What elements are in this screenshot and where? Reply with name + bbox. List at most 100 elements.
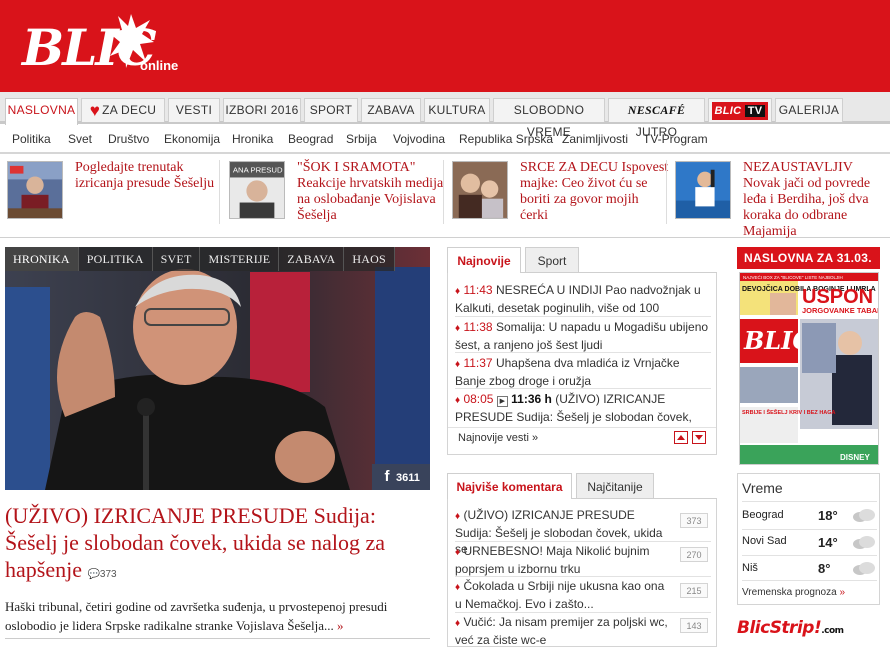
weather-city: Niš: [742, 562, 758, 574]
comment-item-text: Čokolada u Srbiji nije ukusna kao ona u …: [455, 579, 665, 611]
strip-thumb-3[interactable]: [452, 161, 508, 219]
cover-headline-1: USPON: [802, 286, 873, 308]
cloud-icon: [853, 509, 875, 522]
list-item[interactable]: ♦ Vučić: Ja nisam premijer za poljski wc…: [455, 614, 671, 647]
list-item[interactable]: ♦ 11:43 NESREĆA U INDIJI Pao nadvožnjak …: [455, 282, 711, 316]
tab-najnovije[interactable]: Najnovije: [447, 247, 521, 274]
tab-za-decu[interactable]: ♥ ZA DECU: [81, 98, 165, 122]
hero-more-link[interactable]: »: [337, 618, 344, 633]
list-item[interactable]: ♦ 11:37 Uhapšena dva mladića iz Vrnjačke…: [455, 355, 711, 389]
front-page-title[interactable]: NASLOVNA ZA 31.03.: [737, 247, 880, 269]
comment-count-badge: 215: [680, 583, 708, 598]
subnav-ekonomija[interactable]: Ekonomija: [164, 132, 220, 146]
divider: [742, 501, 877, 502]
strip-thumb-2[interactable]: ANA PRESUD: [229, 161, 285, 219]
subnav-politika[interactable]: Politika: [12, 132, 51, 146]
tab-blic-tv[interactable]: BLIC TV: [708, 98, 772, 122]
hero-tab-politika[interactable]: POLITIKA: [78, 247, 153, 271]
weather-city: Beograd: [742, 509, 784, 521]
subnav-svet[interactable]: Svet: [68, 132, 92, 146]
divider: [742, 580, 877, 581]
tab-kultura[interactable]: KULTURA: [424, 98, 490, 122]
subnav-beograd[interactable]: Beograd: [288, 132, 333, 146]
hero-tab-haos[interactable]: HAOS: [344, 247, 395, 271]
subnav-zanimljivosti[interactable]: Zanimljivosti: [562, 132, 628, 146]
hero-category-tabs: HRONIKA POLITIKA SVET MISTERIJE ZABAVA H…: [5, 247, 395, 271]
tab-najvise-komentara[interactable]: Najviše komentara: [447, 473, 572, 500]
tab-najcitanije[interactable]: Najčitanije: [576, 473, 654, 499]
tab-sport[interactable]: SPORT: [304, 98, 358, 122]
tab-izbori[interactable]: IZBORI 2016: [223, 98, 301, 122]
hero-tab-zabava[interactable]: ZABAVA: [279, 247, 345, 271]
hero-lead-text: Haški tribunal, četiri godine od završet…: [5, 599, 388, 633]
hero-feature[interactable]: HRONIKA POLITIKA SVET MISTERIJE ZABAVA H…: [5, 247, 430, 490]
tab-label: GALERIJA: [778, 103, 840, 117]
tab-naslovna[interactable]: NASLOVNA: [5, 98, 78, 125]
subnav-tv-program[interactable]: TV-Program: [643, 132, 708, 146]
play-icon: ▶: [496, 396, 508, 407]
tab-slobodno-vreme[interactable]: SLOBODNO VREME: [493, 98, 605, 139]
divider: [455, 576, 711, 577]
tab-galerija[interactable]: GALERIJA: [775, 98, 843, 122]
news-time: 11:38: [463, 320, 493, 334]
divider: [742, 529, 877, 530]
divider: [455, 612, 711, 613]
subnav-vojvodina[interactable]: Vojvodina: [393, 132, 445, 146]
tab-zabava[interactable]: ZABAVA: [361, 98, 421, 122]
arrow-down-icon: [695, 435, 703, 440]
strip-headline-4[interactable]: NEZAUSTAVLJIV Novak jači od povrede leđa…: [743, 160, 890, 240]
most-commented-tabs: Najviše komentara Najčitanije: [447, 473, 717, 500]
scroll-up-button[interactable]: [674, 431, 688, 444]
facebook-count: 3611: [396, 472, 420, 484]
subnav-srbija[interactable]: Srbija: [346, 132, 377, 146]
bullet-icon: ♦: [455, 286, 461, 297]
divider: [455, 352, 711, 353]
hero-tab-misterije[interactable]: MISTERIJE: [200, 247, 280, 271]
hero-title[interactable]: (UŽIVO) IZRICANJE PRESUDE Sudija: Šešelj…: [5, 502, 425, 588]
strip-headline-1[interactable]: Pogledajte trenutak izricanja presude Še…: [75, 160, 225, 192]
blic-tv-label: TV: [744, 105, 766, 117]
list-item[interactable]: ♦ 08:05 ▶ 11:36 h (UŽIVO) IZRICANJE PRES…: [455, 391, 711, 425]
latest-news-box: Najnovije Sport ♦ 11:43 NESREĆA U INDIJI…: [447, 247, 717, 457]
subnav-republika-srpska[interactable]: Republika Srpska: [459, 132, 553, 146]
tab-label: NASLOVNA: [7, 103, 76, 117]
bullet-icon: ♦: [455, 618, 461, 629]
divider: [742, 555, 877, 556]
headline-strip: Pogledajte trenutak izricanja presude Še…: [0, 156, 890, 240]
subnav-hronika[interactable]: Hronika: [232, 132, 273, 146]
latest-news-link[interactable]: Najnovije vesti »: [458, 432, 538, 444]
blic-logo[interactable]: BLIC online: [22, 12, 182, 82]
strip-thumb-4[interactable]: [675, 161, 731, 219]
list-item[interactable]: ♦ 11:38 Somalija: U napadu u Mogadišu ub…: [455, 319, 711, 353]
blicstrip-com: .com: [821, 626, 844, 636]
front-page-cover[interactable]: NAJVEĆI BOX ZA "BLICOVE" LISTE NAJBOLJIH…: [739, 272, 879, 465]
comment-icon: 💬: [87, 569, 100, 580]
weather-temp: 14°: [818, 535, 838, 550]
list-item[interactable]: ♦ Čokolada u Srbiji nije ukusna kao ona …: [455, 578, 671, 612]
strip-thumb-1[interactable]: [7, 161, 63, 219]
weather-forecast-link[interactable]: Vremenska prognoza »: [742, 587, 845, 598]
strip-headline-2[interactable]: "ŠOK I SRAMOTA" Reakcije hrvatskih medij…: [297, 160, 447, 224]
divider: [455, 541, 711, 542]
subnav-drustvo[interactable]: Društvo: [108, 132, 149, 146]
bullet-icon: ♦: [455, 359, 461, 370]
scroll-down-button[interactable]: [692, 431, 706, 444]
news-time: 08:05: [463, 392, 494, 406]
strip-separator: [219, 160, 220, 224]
strip-headline-3[interactable]: SRCE ZA DECU Ispovest majke: Ceo život ć…: [520, 160, 670, 224]
comment-item-text: Vučić: Ja nisam premijer za poljski wc, …: [455, 615, 668, 647]
hero-tab-hronika[interactable]: HRONIKA: [5, 247, 79, 271]
list-item[interactable]: ♦ URNEBESNO! Maja Nikolić bujnim poprsje…: [455, 543, 671, 577]
divider: [455, 316, 711, 317]
blicstrip-banner[interactable]: BlicStrip!.com: [737, 616, 880, 647]
tab-nescafe-jutro[interactable]: NESCAFÉ JUTRO: [608, 98, 705, 139]
cover-side-text-2: SRBIJE I ŠEŠELJ KRIV I BEZ HAGA: [742, 408, 836, 416]
hero-tab-svet[interactable]: SVET: [152, 247, 201, 271]
blic-tv-brand: BLIC: [714, 105, 742, 117]
tab-sport-news[interactable]: Sport: [525, 247, 579, 273]
hero-lead: Haški tribunal, četiri godine od završet…: [5, 597, 425, 635]
comment-count-badge: 270: [680, 547, 708, 562]
facebook-share-button[interactable]: f 3611: [372, 464, 430, 490]
bullet-icon: ♦: [455, 395, 461, 406]
tab-vesti[interactable]: VESTI: [168, 98, 220, 122]
